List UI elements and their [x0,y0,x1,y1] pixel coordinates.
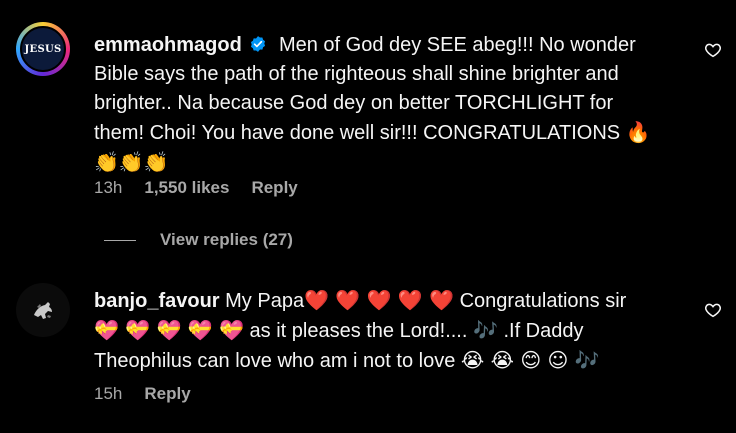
heart-outline-icon[interactable] [704,301,722,319]
comment-body-part-3: as it pleases the Lord!.... [249,320,468,342]
music-notes-emoji: 🎶 [472,318,498,342]
red-hearts-emoji: ❤️ ❤️ ❤️ ❤️ ❤️ [304,288,455,312]
clapping-emoji: 👏👏👏 [94,150,169,174]
view-replies-label: View replies (27) [160,230,293,249]
comment-meta: 13h 1,550 likes Reply [94,178,298,198]
comment-meta: 15h Reply [94,384,191,404]
timestamp: 15h [94,384,123,403]
ending-emoji: 😭 😭 😊 ☺ 🎶 [460,348,600,372]
reply-button[interactable]: Reply [144,384,190,404]
comment-text: emmaohmagod Men of God dey SEE abeg!!! N… [94,31,654,178]
avatar-image: JESUS [20,26,66,72]
heart-outline-icon[interactable] [704,41,722,59]
comment-body-part-1: My Papa [225,290,305,312]
username[interactable]: banjo_favour [94,290,220,312]
timestamp: 13h [94,178,123,197]
avatar-image [34,302,52,319]
view-replies-button[interactable]: View replies (27) [104,230,293,250]
verified-badge-icon [251,36,266,52]
comment-body-part-2: Congratulations sir [459,290,627,312]
avatar-text: JESUS [24,43,62,55]
heart-ribbon-emoji: 💝 💝 💝 💝 💝 [94,318,244,342]
avatar[interactable] [16,283,70,337]
avatar[interactable]: JESUS [16,22,70,76]
divider-line [104,239,136,241]
comment-text: banjo_favour My Papa❤️ ❤️ ❤️ ❤️ ❤️ Congr… [94,286,654,376]
fire-emoji: 🔥 [625,120,651,144]
username[interactable]: emmaohmagod [94,34,242,56]
likes-count[interactable]: 1,550 likes [144,178,229,198]
reply-button[interactable]: Reply [251,178,297,198]
